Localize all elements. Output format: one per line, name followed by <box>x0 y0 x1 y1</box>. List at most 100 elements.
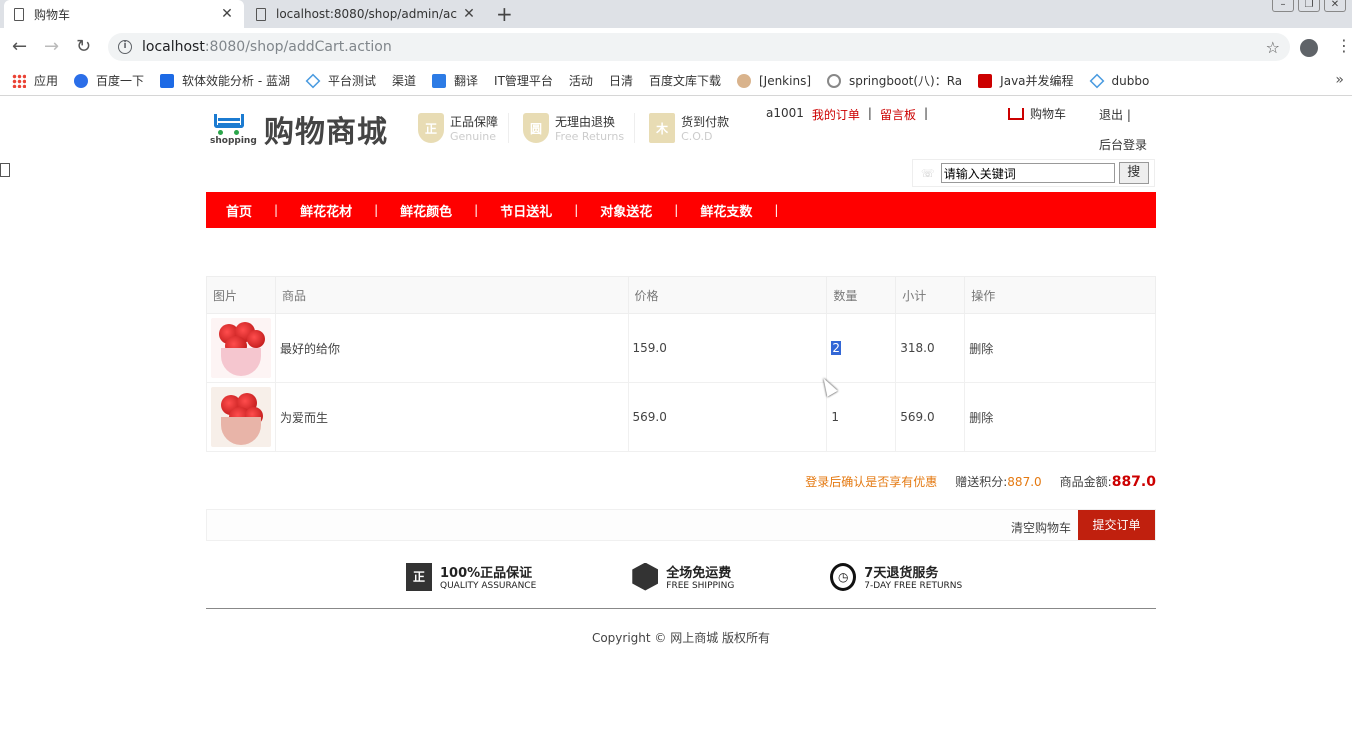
separator: | <box>923 106 929 120</box>
logout-link[interactable]: 退出 | <box>1099 106 1131 123</box>
info-icon[interactable]: i <box>118 40 132 54</box>
tab-cart[interactable]: 购物车 ✕ <box>4 0 244 28</box>
logout-label: 退出 <box>1099 108 1124 122</box>
bookmark-activity[interactable]: 活动 <box>0 72 593 177</box>
clear-cart-link[interactable]: 清空购物车 <box>1011 519 1071 536</box>
tab-admin[interactable]: localhost:8080/shop/admin/ac ✕ <box>246 0 486 28</box>
page-content: shopping 购物商城 正 正品保障 Genuine 圆 无理由退换 Free … <box>0 97 1352 732</box>
login-discount-hint: 登录后确认是否享有优惠 <box>805 475 938 489</box>
bookmark-translate[interactable]: 翻译 <box>432 72 478 89</box>
url-text: localhost:8080/shop/addCart.action <box>142 39 392 55</box>
cart-link[interactable]: 购物车 <box>1008 105 1066 122</box>
separator: | <box>674 203 679 217</box>
badge-title: 无理由退换 <box>555 115 616 129</box>
search-input[interactable] <box>940 163 1115 183</box>
address-bar[interactable]: i localhost:8080/shop/addCart.action ☆ <box>108 33 1290 61</box>
nav-item-flower-colors[interactable]: 鲜花颜色 <box>400 201 452 220</box>
delete-link[interactable]: 删除 <box>969 342 993 356</box>
lanhu-icon <box>160 73 175 88</box>
close-icon[interactable]: ✕ <box>462 6 476 22</box>
close-icon[interactable]: ✕ <box>220 6 234 22</box>
product-name[interactable]: 最好的给你 <box>274 313 629 383</box>
cart-actions: 清空购物车 提交订单 <box>206 509 1156 541</box>
product-price: 569.0 <box>627 382 828 452</box>
site-logo[interactable]: shopping 购物商城 <box>210 107 388 151</box>
bookmark-wenku[interactable]: 百度文库下载 <box>0 72 721 177</box>
reload-icon[interactable]: ↻ <box>76 37 91 57</box>
nav-item-stem-count[interactable]: 鲜花支数 <box>700 201 752 220</box>
search-bar: ☏ 搜 <box>912 159 1155 187</box>
service-title: 7天退货服务 <box>864 566 939 581</box>
bookmark-java[interactable]: Java并发编程 <box>978 72 1074 89</box>
bookmark-channel[interactable]: 渠道 <box>0 72 417 177</box>
product-image-cell <box>206 313 276 383</box>
window-controls: – ❐ ✕ <box>1272 0 1346 12</box>
tab-title: 购物车 <box>34 7 71 22</box>
bookmark-lanhu[interactable]: 软体效能分析 - 蓝湖 <box>160 72 290 89</box>
service-sub: QUALITY ASSURANCE <box>440 581 537 591</box>
minimize-icon[interactable]: – <box>1272 0 1294 12</box>
column-header: 操作 <box>964 276 1156 314</box>
bookmark-baidu[interactable]: 百度一下 <box>74 72 144 89</box>
baidu-icon <box>74 73 89 88</box>
close-window-icon[interactable]: ✕ <box>1324 0 1346 12</box>
profile-icon[interactable] <box>1300 39 1318 57</box>
service-sub: 7-DAY FREE RETURNS <box>864 581 963 591</box>
product-name[interactable]: 为爱而生 <box>274 382 629 452</box>
search-button[interactable]: 搜 <box>1118 162 1149 184</box>
service-returns: ◷ 7天退货服务 7-DAY FREE RETURNS <box>830 562 962 591</box>
bookmark-star-icon[interactable]: ☆ <box>1266 38 1280 57</box>
site-name: 购物商城 <box>264 115 388 150</box>
quality-shield-icon: 正 <box>406 562 432 591</box>
bookmark-platform-test[interactable]: 平台测试 <box>305 72 376 89</box>
separator: | <box>374 203 379 217</box>
message-board-link[interactable]: 留言板 <box>880 106 916 123</box>
bookmark-label: springboot(八)：Ra <box>849 74 963 88</box>
column-header: 价格 <box>627 276 828 314</box>
nav-item-recipient[interactable]: 对象送花 <box>600 201 652 220</box>
main-nav: 首页 | 鲜花花材 | 鲜花颜色 | 节日送礼 | 对象送花 | 鲜花支数 | <box>206 192 1156 228</box>
cart-icon <box>1008 107 1024 120</box>
nav-item-flower-materials[interactable]: 鲜花花材 <box>300 201 352 220</box>
restore-icon[interactable]: ❐ <box>1298 0 1320 12</box>
copyright: Copyright © 网上商城 版权所有 <box>591 631 771 645</box>
separator: | <box>574 203 579 217</box>
bookmark-jenkins[interactable]: [Jenkins] <box>736 73 811 88</box>
bookmark-label: 翻译 <box>454 74 479 88</box>
product-image[interactable] <box>211 387 271 447</box>
java-icon <box>978 73 993 88</box>
forward-icon[interactable]: → <box>44 37 59 57</box>
bookmark-daily[interactable]: 日清 <box>0 72 633 177</box>
product-price: 159.0 <box>627 313 828 383</box>
service-quality: 正 100%正品保证 QUALITY ASSURANCE <box>406 562 536 591</box>
points-label: 赠送积分: <box>955 475 1008 489</box>
nav-item-holiday-gifts[interactable]: 节日送礼 <box>500 201 552 220</box>
separator: | <box>867 106 872 120</box>
bookmark-apps[interactable]: 应用 <box>12 72 58 89</box>
package-icon <box>632 562 659 591</box>
cart-link-label: 购物车 <box>1030 107 1067 121</box>
back-icon[interactable]: ← <box>12 37 27 57</box>
shield-icon: 木 <box>649 113 676 143</box>
delete-link[interactable]: 删除 <box>969 411 993 425</box>
phone-icon: ☏ <box>921 166 935 180</box>
menu-icon[interactable]: ⋮ <box>1336 36 1352 55</box>
nav-item-home[interactable]: 首页 <box>226 201 252 220</box>
new-tab-icon[interactable]: + <box>496 2 513 26</box>
my-orders-link[interactable]: 我的订单 <box>812 106 860 123</box>
service-title: 100%正品保证 <box>440 566 533 581</box>
action-cell: 删除 <box>964 313 1156 383</box>
bookmark-label: 渠道 <box>392 74 417 88</box>
admin-login-link[interactable]: 后台登录 <box>1099 136 1147 153</box>
springboot-icon <box>827 73 841 88</box>
product-subtotal: 569.0 <box>895 382 966 452</box>
bookmark-label: 活动 <box>568 74 593 88</box>
apps-icon <box>12 73 26 88</box>
bookmark-dubbo[interactable]: dubbo <box>1089 73 1149 88</box>
bookmark-it-platform[interactable]: IT管理平台 <box>0 72 553 177</box>
submit-order-button[interactable]: 提交订单 <box>1078 510 1155 540</box>
product-image[interactable] <box>211 318 271 378</box>
badge-free-returns: 圆 无理由退换 Free Returns <box>523 113 636 143</box>
more-bookmarks-icon[interactable]: » <box>1335 72 1344 88</box>
bookmark-springboot[interactable]: springboot(八)：Ra <box>827 72 962 89</box>
